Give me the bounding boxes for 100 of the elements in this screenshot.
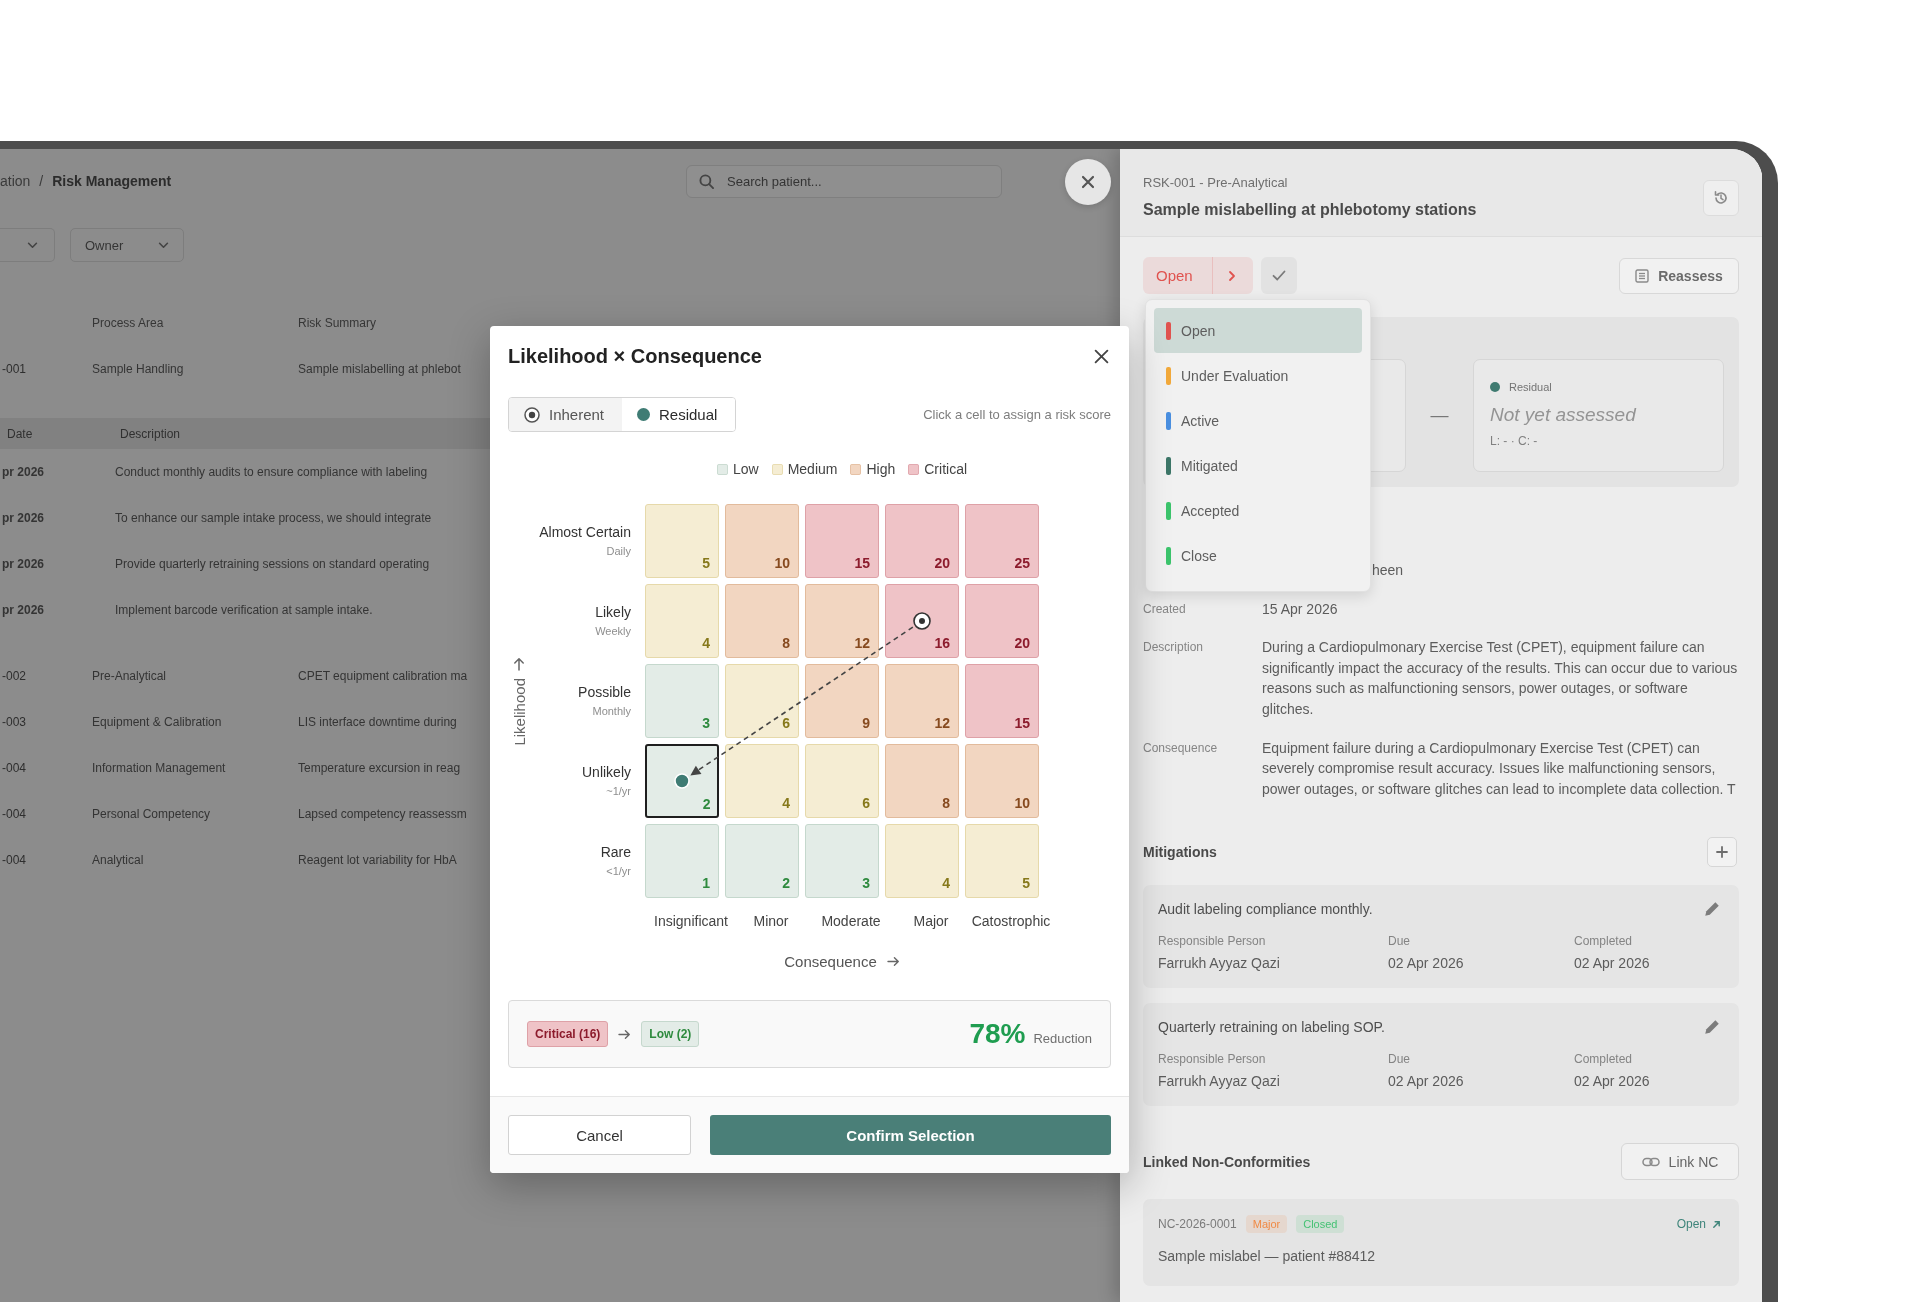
column-label: Moderate [821,913,881,929]
field-label: Created [1143,600,1186,618]
table-cell: -004 [2,761,27,775]
field-label: Due [1388,1052,1410,1067]
matrix-cell[interactable]: 8 [725,584,799,658]
field-label: Completed [1574,1052,1633,1067]
column-label: Minor [753,913,789,929]
table-cell: -003 [2,715,27,729]
swatch-icon [850,463,862,475]
edit-button[interactable] [1703,1018,1721,1037]
status-menu-item[interactable]: Under Evaluation [1154,353,1362,398]
link-icon [1641,1156,1660,1167]
matrix-cell[interactable]: 2 [645,744,719,818]
matrix-cell[interactable]: 10 [965,744,1039,818]
external-link-icon [1712,1219,1721,1229]
matrix-cell[interactable]: 3 [645,664,719,738]
matrix-cell[interactable]: 12 [805,584,879,658]
matrix-cell[interactable]: 4 [885,824,959,898]
matrix-cell[interactable]: 25 [965,504,1039,578]
table-cell: Lapsed competency reassessm [298,807,467,821]
history-icon [1713,190,1729,206]
table-cell: Pre-Analytical [92,669,167,683]
history-button[interactable] [1703,180,1739,216]
field-value: Farrukh Ayyaz Qazi [1158,1072,1280,1092]
matrix-cell[interactable]: 4 [725,744,799,818]
matrix-cell[interactable]: 12 [885,664,959,738]
confirm-status-button[interactable] [1261,257,1297,294]
score-separator: — [1430,405,1449,426]
pencil-icon [1703,900,1721,919]
table-cell: pr 2026 [2,465,45,479]
open-link[interactable]: Open [1676,1217,1721,1232]
status-menu-item[interactable]: Open [1154,308,1362,353]
matrix-cell[interactable]: 15 [965,664,1039,738]
mode-option[interactable]: Inherent [509,398,622,431]
matrix-cell[interactable]: 2 [725,824,799,898]
cancel-button[interactable]: Cancel [508,1115,691,1155]
field-label: Responsible Person [1158,934,1266,949]
row-sublabel: Weekly [595,624,631,638]
close-icon [1094,348,1109,364]
search-field[interactable]: Search patient... [686,164,1002,198]
status-menu-item[interactable]: Active [1154,398,1362,443]
field-label: Description [1143,639,1204,657]
table-cell: LIS interface downtime during [298,715,457,729]
matrix-cell[interactable]: 3 [805,824,879,898]
table-cell: Implement barcode verification at sample intake. [115,603,373,617]
link-nc-button[interactable]: Link NC [1621,1143,1739,1181]
confirm-button[interactable]: Confirm Selection [710,1115,1111,1155]
matrix-cell[interactable]: 4 [645,584,719,658]
column-label: Insignificant [654,913,728,929]
field-value: 02 Apr 2026 [1388,954,1464,974]
pencil-icon [1703,1018,1721,1037]
matrix-cell[interactable]: 6 [725,664,799,738]
legend-label: Medium [787,461,838,477]
reduction-value: 78% [969,1018,1026,1050]
section-title: Mitigations [1143,844,1217,861]
matrix-cell[interactable]: 6 [805,744,879,818]
matrix-cell[interactable]: 9 [805,664,879,738]
table-cell: Information Management [92,761,226,775]
swatch-icon [716,463,728,475]
table-cell: Provide quarterly retraining sessions on standard operating [115,557,430,571]
edit-button[interactable] [1703,900,1721,919]
field-value: 15 Apr 2026 [1262,599,1338,619]
axis-label: Likelihood [510,677,528,746]
table-cell: Conduct monthly audits to ensure compliance with labeling [115,465,428,479]
matrix-cell[interactable]: 15 [805,504,879,578]
status-menu-item[interactable]: Mitigated [1154,443,1362,488]
legend-label: Critical [924,461,968,477]
table-cell: Equipment & Calibration [92,715,222,729]
dot-icon [1490,382,1500,392]
filter-dropdown[interactable]: Owner [70,228,184,262]
swatch-icon [908,463,920,475]
table-cell: Sample mislabelling at phlebot [298,362,461,376]
matrix-cell[interactable]: 10 [725,504,799,578]
list-icon [1635,268,1650,283]
matrix-cell[interactable]: 8 [885,744,959,818]
field-value: heen [1372,561,1404,580]
field-value: Equipment failure during a Cardiopulmonary Exercise Test (CPET) can severely compromise result accuracy. Issues like malfunctioning sensors, power outages, or software glitches can lead to incomplete data collection. T [1262,738,1737,799]
matrix-cell[interactable]: 20 [965,584,1039,658]
status-menu-item[interactable]: Close [1154,533,1362,578]
field-label: Consequence [1143,739,1218,757]
matrix-cell[interactable]: 5 [965,824,1039,898]
matrix-cell[interactable]: 5 [645,504,719,578]
column-header: Process Area [92,316,164,330]
matrix-cell[interactable]: 1 [645,824,719,898]
nc-id: NC-2026-0001 [1158,1217,1237,1232]
add-button[interactable] [1707,837,1737,868]
section-title: Linked Non-Conformities [1143,1153,1311,1170]
reassess-button[interactable]: Reassess [1619,257,1739,294]
row-label: Almost Certain [539,524,631,541]
dot-icon [637,408,650,421]
score-label: Residual [1509,381,1552,393]
breadcrumb-link[interactable]: ation [0,173,31,189]
status-menu-item[interactable]: Accepted [1154,488,1362,533]
status-dropdown-button[interactable]: Open [1143,257,1253,294]
reduction-label: Reduction [1033,1031,1092,1046]
field-value: 02 Apr 2026 [1574,1072,1650,1092]
matrix-cell[interactable]: 20 [885,504,959,578]
close-button[interactable] [1094,348,1109,364]
table-cell: -004 [2,853,27,867]
matrix-cell[interactable]: 16 [885,584,959,658]
